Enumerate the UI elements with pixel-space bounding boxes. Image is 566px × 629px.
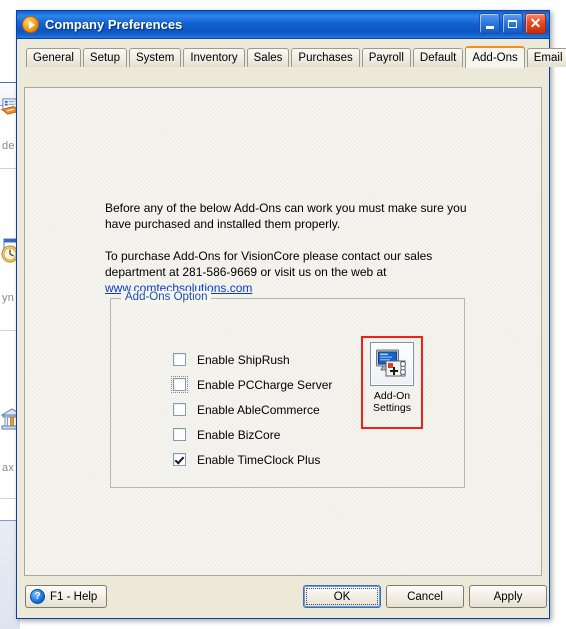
minimize-button[interactable]	[479, 13, 500, 34]
groupbox-legend: Add-Ons Option	[121, 291, 212, 303]
tab-inventory[interactable]: Inventory	[183, 48, 245, 67]
checkbox-row-bizcore[interactable]: Enable BizCore	[173, 422, 332, 447]
dialog-body: General Setup System Inventory Sales Pur…	[17, 40, 566, 618]
close-icon: ✕	[529, 15, 542, 31]
add-ons-checkbox-list: Enable ShipRush Enable PCCharge Server E…	[171, 347, 333, 472]
tab-system[interactable]: System	[128, 48, 182, 67]
intro-paragraph-1: Before any of the below Add-Ons can work…	[105, 201, 467, 231]
tab-setup[interactable]: Setup	[82, 48, 127, 67]
checkbox-ablecommerce[interactable]	[173, 403, 186, 416]
background-label-0: de	[2, 140, 15, 152]
minimize-icon	[485, 25, 494, 29]
checkbox-row-pccharge-server[interactable]: Enable PCCharge Server	[171, 372, 333, 397]
company-preferences-dialog: Company Preferences ✕ General Setup Syst…	[16, 10, 566, 619]
checkbox-label-timeclock-plus: Enable TimeClock Plus	[197, 452, 321, 467]
checkbox-row-ablecommerce[interactable]: Enable AbleCommerce	[173, 397, 332, 422]
question-mark-icon: ?	[30, 589, 45, 604]
intro-text-block: Before any of the below Add-Ons can work…	[105, 200, 485, 296]
add-ons-option-groupbox: Add-Ons Option Enable ShipRush Enable PC…	[110, 291, 465, 488]
tab-email-setup[interactable]: Email Setup	[526, 48, 566, 67]
add-on-settings-label-line2: Settings	[373, 402, 411, 414]
ok-button-label: OK	[333, 590, 351, 603]
checkbox-label-pccharge-server: Enable PCCharge Server	[197, 377, 333, 392]
apply-button-label: Apply	[493, 590, 523, 603]
monitor-plugin-icon	[370, 342, 414, 386]
orange-play-circle-icon	[22, 16, 39, 33]
tab-add-ons[interactable]: Add-Ons	[465, 46, 525, 68]
apply-button[interactable]: Apply	[469, 585, 547, 608]
checkbox-pccharge-server[interactable]	[171, 376, 188, 393]
title-bar[interactable]: Company Preferences ✕	[17, 11, 549, 39]
maximize-button[interactable]	[502, 13, 523, 34]
checkbox-label-ablecommerce: Enable AbleCommerce	[197, 402, 320, 417]
checkbox-label-shiprush: Enable ShipRush	[197, 352, 290, 367]
add-on-settings-label-line1: Add-On	[373, 390, 411, 402]
tab-purchases[interactable]: Purchases	[291, 48, 360, 67]
tab-sales[interactable]: Sales	[246, 48, 290, 67]
tab-strip: General Setup System Inventory Sales Pur…	[24, 46, 566, 68]
checkbox-label-bizcore: Enable BizCore	[197, 427, 281, 442]
cancel-button[interactable]: Cancel	[386, 585, 464, 608]
background-label-1: yn	[2, 292, 15, 304]
tab-general[interactable]: General	[26, 48, 81, 67]
window-controls: ✕	[479, 13, 546, 34]
checkmark-icon	[175, 455, 184, 464]
checkbox-timeclock-plus[interactable]	[173, 453, 186, 466]
checkbox-row-timeclock-plus[interactable]: Enable TimeClock Plus	[173, 447, 332, 472]
f1-help-label: F1 - Help	[50, 590, 98, 603]
close-button[interactable]: ✕	[525, 13, 546, 34]
dialog-button-bar: ? F1 - Help OK Cancel Apply	[17, 576, 549, 618]
window-title: Company Preferences	[45, 17, 183, 32]
background-label-2: ax	[2, 462, 15, 474]
checkbox-bizcore[interactable]	[173, 428, 186, 441]
tab-payroll[interactable]: Payroll	[361, 48, 411, 67]
tab-content-panel: Before any of the below Add-Ons can work…	[24, 87, 542, 576]
tab-default[interactable]: Default	[412, 48, 464, 67]
f1-help-button[interactable]: ? F1 - Help	[25, 585, 107, 608]
checkbox-shiprush[interactable]	[173, 353, 186, 366]
cancel-button-label: Cancel	[407, 590, 443, 603]
ok-button[interactable]: OK	[303, 585, 381, 608]
add-on-settings-label: Add-On Settings	[373, 390, 411, 414]
add-on-settings-button[interactable]: Add-On Settings	[367, 342, 417, 423]
intro-paragraph-2: To purchase Add-Ons for VisionCore pleas…	[105, 248, 485, 296]
checkbox-row-shiprush[interactable]: Enable ShipRush	[173, 347, 332, 372]
maximize-icon	[508, 19, 517, 28]
intro-paragraph-2-text: To purchase Add-Ons for VisionCore pleas…	[105, 249, 433, 279]
